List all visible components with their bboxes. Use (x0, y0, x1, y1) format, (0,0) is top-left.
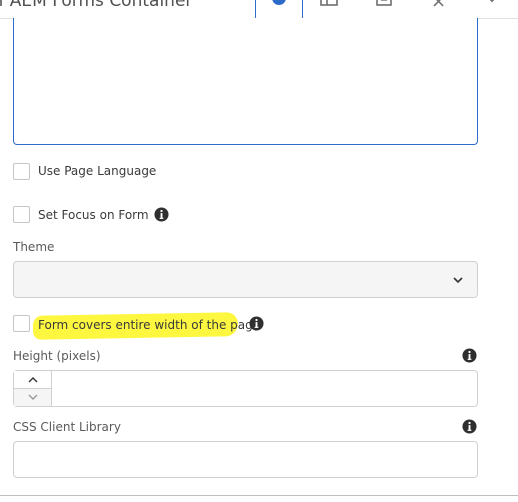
theme-label: Theme (13, 240, 55, 254)
dialog-title: of AEM Forms Container (0, 0, 193, 11)
dialog-header: of AEM Forms Container × (0, 0, 518, 21)
use-page-language-label: Use Page Language (38, 164, 157, 178)
increment-button[interactable] (14, 371, 51, 389)
info-icon[interactable] (249, 316, 264, 331)
set-focus-label: Set Focus on Form (38, 208, 149, 222)
info-icon[interactable] (462, 348, 477, 363)
info-icon[interactable] (154, 207, 169, 222)
chevron-up-icon (28, 377, 37, 383)
theme-select[interactable] (13, 261, 478, 298)
info-tab-icon (272, 0, 286, 5)
fullscreen-icon[interactable] (375, 0, 393, 6)
set-focus-checkbox[interactable] (13, 206, 30, 223)
chevron-down-icon (28, 394, 37, 400)
panel-icon[interactable] (320, 0, 338, 6)
close-icon[interactable]: × (431, 0, 446, 12)
form-covers-width-label: Form covers entire width of the page (38, 318, 261, 332)
decrement-button[interactable] (14, 389, 51, 406)
css-client-library-label: CSS Client Library (13, 420, 121, 434)
use-page-language-checkbox[interactable] (13, 163, 30, 180)
height-number-input[interactable] (13, 370, 478, 407)
height-stepper (14, 371, 52, 406)
css-client-library-input[interactable] (13, 441, 478, 478)
divider (0, 495, 518, 496)
info-icon[interactable] (462, 419, 477, 434)
height-label: Height (pixels) (13, 349, 101, 363)
form-covers-width-checkbox[interactable] (13, 315, 30, 332)
chevron-down-icon (453, 277, 463, 284)
text-area-field[interactable] (13, 18, 478, 145)
done-icon[interactable] (484, 0, 502, 6)
